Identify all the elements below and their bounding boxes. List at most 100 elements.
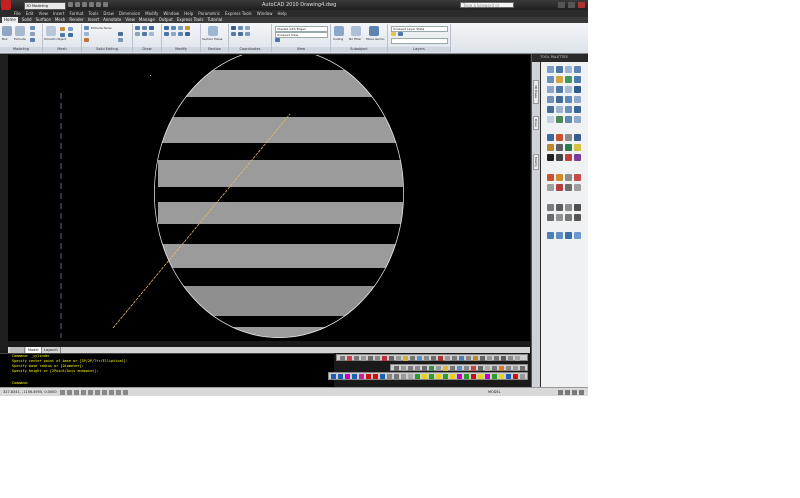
tool-icon[interactable] — [471, 366, 476, 371]
no-filter-icon[interactable] — [351, 26, 361, 36]
tool-icon[interactable] — [438, 356, 443, 361]
tool-icon[interactable] — [373, 374, 378, 379]
menu-item[interactable]: Edit — [26, 10, 34, 17]
search-input[interactable]: Type a keyword or phrase — [460, 2, 514, 14]
tool-icon[interactable] — [515, 356, 520, 361]
fillet-tool-icon[interactable] — [565, 214, 572, 221]
copy-tool-icon[interactable] — [556, 174, 563, 181]
arc-tool-icon[interactable] — [547, 144, 554, 151]
gradient-tool-icon[interactable] — [556, 154, 563, 161]
imprint-tool-icon[interactable] — [565, 106, 572, 113]
tool-icon[interactable] — [354, 356, 359, 361]
layer-properties-icon[interactable] — [391, 32, 396, 36]
palette-tab-modify[interactable]: Modify — [533, 154, 539, 170]
explode-tool-icon[interactable] — [574, 214, 581, 221]
tool-icon[interactable] — [429, 366, 434, 371]
tool-icon[interactable] — [513, 366, 518, 371]
loft-icon[interactable] — [30, 32, 35, 36]
tool-icon[interactable] — [457, 374, 462, 379]
tool-icon[interactable] — [499, 366, 504, 371]
revolve-tool-icon[interactable] — [556, 86, 563, 93]
polar-toggle[interactable] — [81, 390, 86, 395]
torus-tool-icon[interactable] — [556, 76, 563, 83]
tool-icon[interactable] — [508, 356, 513, 361]
union-icon[interactable] — [84, 26, 89, 30]
ortho-toggle[interactable] — [74, 390, 79, 395]
tool-icon[interactable] — [347, 356, 352, 361]
tool-icon[interactable] — [492, 366, 497, 371]
tool-icon[interactable] — [485, 366, 490, 371]
tool-icon[interactable] — [485, 374, 490, 379]
tool-icon[interactable] — [429, 374, 434, 379]
stretch-tool-icon[interactable] — [547, 204, 554, 211]
redo-icon[interactable] — [96, 2, 101, 7]
tool-icon[interactable] — [473, 356, 478, 361]
menu-item[interactable]: File — [14, 10, 21, 17]
erase-tool-icon[interactable] — [547, 174, 554, 181]
plot-icon[interactable] — [103, 2, 108, 7]
section-tool-icon[interactable] — [547, 106, 554, 113]
layer-dropdown[interactable] — [391, 38, 448, 44]
rotate-icon[interactable] — [171, 26, 176, 30]
tool-icon[interactable] — [450, 374, 455, 379]
tool-icon[interactable] — [506, 374, 511, 379]
drawing-canvas[interactable] — [8, 55, 530, 341]
tool-icon[interactable] — [457, 366, 462, 371]
tool-icon[interactable] — [389, 356, 394, 361]
cylinder-tool-icon[interactable] — [547, 76, 554, 83]
intersect-tool-icon[interactable] — [565, 96, 572, 103]
tool-icon[interactable] — [487, 356, 492, 361]
osnap-toggle[interactable] — [88, 390, 93, 395]
tool-icon[interactable] — [450, 366, 455, 371]
trim-tool-icon[interactable] — [556, 204, 563, 211]
refine-mesh-icon[interactable] — [60, 27, 65, 31]
tool-icon[interactable] — [401, 374, 406, 379]
menu-item[interactable]: View — [38, 10, 48, 17]
menu-item[interactable]: Modify — [145, 10, 158, 17]
minimize-button[interactable] — [558, 2, 565, 8]
tool-icon[interactable] — [387, 374, 392, 379]
command-window[interactable]: Command: _cylinder Specify center point … — [0, 353, 334, 387]
workspace-switch-icon[interactable] — [565, 390, 570, 395]
tool-icon[interactable] — [424, 356, 429, 361]
circle-tool-icon[interactable] — [556, 144, 563, 151]
menu-item[interactable]: Insert — [53, 10, 64, 17]
pyramid-tool-icon[interactable] — [565, 76, 572, 83]
world-ucs-icon[interactable] — [238, 26, 243, 30]
move-icon[interactable] — [164, 26, 169, 30]
tool-icon[interactable] — [359, 374, 364, 379]
tool-icon[interactable] — [338, 374, 343, 379]
tool-icon[interactable] — [445, 356, 450, 361]
command-prompt[interactable]: Command: — [12, 381, 29, 386]
array-icon[interactable] — [164, 32, 169, 36]
new-icon[interactable] — [68, 2, 73, 7]
tool-icon[interactable] — [464, 374, 469, 379]
tool-icon[interactable] — [452, 356, 457, 361]
tool-icon[interactable] — [331, 374, 336, 379]
tool-icon[interactable] — [459, 356, 464, 361]
spline-tool-icon[interactable] — [565, 144, 572, 151]
tool-icon[interactable] — [464, 366, 469, 371]
tool-icon[interactable] — [340, 356, 345, 361]
menu-item[interactable]: Format — [69, 10, 83, 17]
tool-icon[interactable] — [366, 374, 371, 379]
polyline-tool-icon[interactable] — [565, 134, 572, 141]
grid-toggle[interactable] — [67, 390, 72, 395]
subtract-tool-icon[interactable] — [556, 96, 563, 103]
box-icon[interactable] — [2, 26, 12, 36]
align-icon[interactable] — [178, 26, 183, 30]
menu-item[interactable]: Help — [184, 10, 193, 17]
tool-icon[interactable] — [361, 356, 366, 361]
tool-icon[interactable] — [436, 366, 441, 371]
construction-line-icon[interactable] — [556, 134, 563, 141]
otrack-toggle[interactable] — [95, 390, 100, 395]
tool-icon[interactable] — [443, 366, 448, 371]
sphere-tool-icon[interactable] — [574, 66, 581, 73]
view-front-icon[interactable] — [547, 232, 554, 239]
lock-icon[interactable] — [572, 390, 577, 395]
revolve-icon[interactable] — [30, 26, 35, 30]
offset-tool-icon[interactable] — [574, 174, 581, 181]
tool-icon[interactable] — [478, 374, 483, 379]
tool-icon[interactable] — [422, 366, 427, 371]
sweep-tool-icon[interactable] — [565, 86, 572, 93]
